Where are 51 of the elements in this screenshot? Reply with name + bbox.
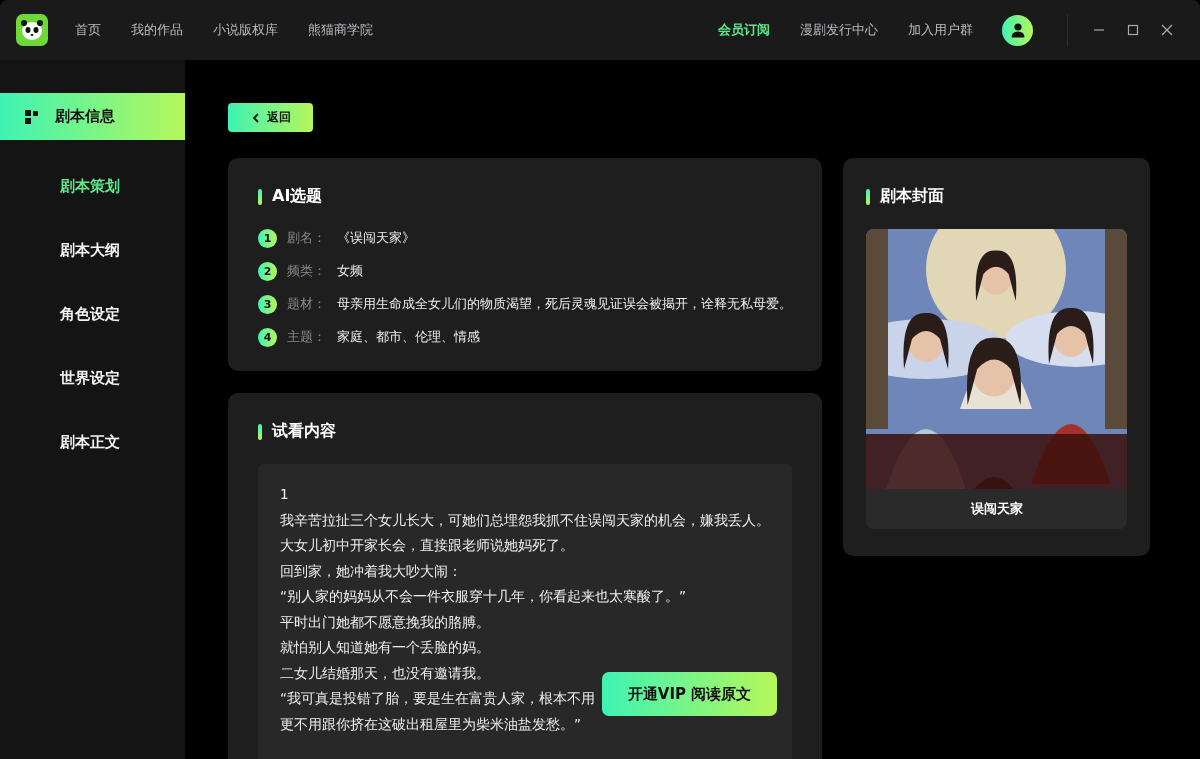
back-button[interactable]: 返回	[228, 103, 313, 132]
sidebar-section-label: 剧本信息	[55, 107, 115, 126]
story-line: 大女儿初中开家长会，直接跟老师说她妈死了。	[280, 536, 574, 555]
vip-button[interactable]: 开通VIP 阅读原文	[602, 672, 777, 716]
nav-link[interactable]: 小说版权库	[213, 21, 278, 39]
sidebar-item[interactable]: 世界设定	[0, 346, 185, 410]
field-label: 频类：	[287, 263, 327, 280]
story-line: 更不用跟你挤在这破出租屋里为柴米油盐发愁。”	[280, 714, 581, 734]
chevron-left-icon	[250, 112, 261, 123]
cover-caption: 误闯天家	[969, 500, 1024, 518]
field-value: 母亲用生命成全女儿们的物质渴望，死后灵魂见证误会被揭开，诠释无私母爱。	[337, 296, 792, 313]
nav-link[interactable]: 会员订阅	[718, 21, 770, 39]
story-line: 我辛苦拉扯三个女儿长大，可她们总埋怨我抓不住误闯天家的机会，嫌我丢人。	[280, 510, 770, 530]
step-number: 2	[258, 262, 277, 281]
panda-logo-icon	[16, 14, 48, 46]
nav-link[interactable]: 熊猫商学院	[308, 21, 373, 39]
nav-link[interactable]: 加入用户群	[908, 21, 973, 39]
sidebar-item[interactable]: 角色设定	[0, 282, 185, 346]
story-line: “我可真是投错了胎，要是生在富贵人家，根本不用	[280, 689, 595, 708]
sidebar-item[interactable]: 剧本大纲	[0, 218, 185, 282]
user-avatar-icon[interactable]	[1002, 14, 1033, 46]
sidebar-section[interactable]: 剧本信息	[0, 93, 185, 140]
sidebar-item[interactable]: 剧本策划	[0, 154, 185, 218]
card-title: 剧本封面	[880, 186, 944, 207]
field-label: 题材：	[287, 296, 327, 313]
field-label: 剧名：	[287, 230, 327, 247]
card-title: AI选题	[272, 186, 323, 207]
close-icon	[1161, 24, 1173, 36]
story-line: 二女儿结婚那天，也没有邀请我。	[280, 663, 490, 683]
story-line: 1	[280, 485, 289, 504]
accent-bar	[866, 188, 870, 205]
nav-link[interactable]: 漫剧发行中心	[800, 21, 878, 39]
field-value: 女频	[337, 263, 363, 280]
step-number: 3	[258, 295, 277, 314]
card-title: 试看内容	[272, 421, 336, 442]
story-line: “别人家的妈妈从不会一件衣服穿十几年，你看起来也太寒酸了。”	[280, 587, 686, 606]
step-number: 4	[258, 328, 277, 347]
maximize-icon	[1127, 24, 1139, 36]
sidebar-item[interactable]: 剧本正文	[0, 410, 185, 474]
nav-link[interactable]: 我的作品	[131, 21, 183, 39]
story-line: 就怕别人知道她有一个丢脸的妈。	[280, 638, 490, 657]
accent-bar	[258, 188, 262, 205]
story-line: 平时出门她都不愿意挽我的胳膊。	[280, 612, 490, 632]
field-value: 家庭、都市、伦理、情感	[337, 329, 480, 346]
step-number: 1	[258, 229, 277, 248]
nav-link[interactable]: 首页	[75, 21, 101, 39]
field-value: 《误闯天家》	[337, 230, 415, 247]
accent-bar	[258, 423, 262, 440]
grid-icon	[25, 109, 39, 124]
story-line: 回到家，她冲着我大吵大闹：	[280, 561, 462, 581]
field-label: 主题：	[287, 329, 327, 346]
